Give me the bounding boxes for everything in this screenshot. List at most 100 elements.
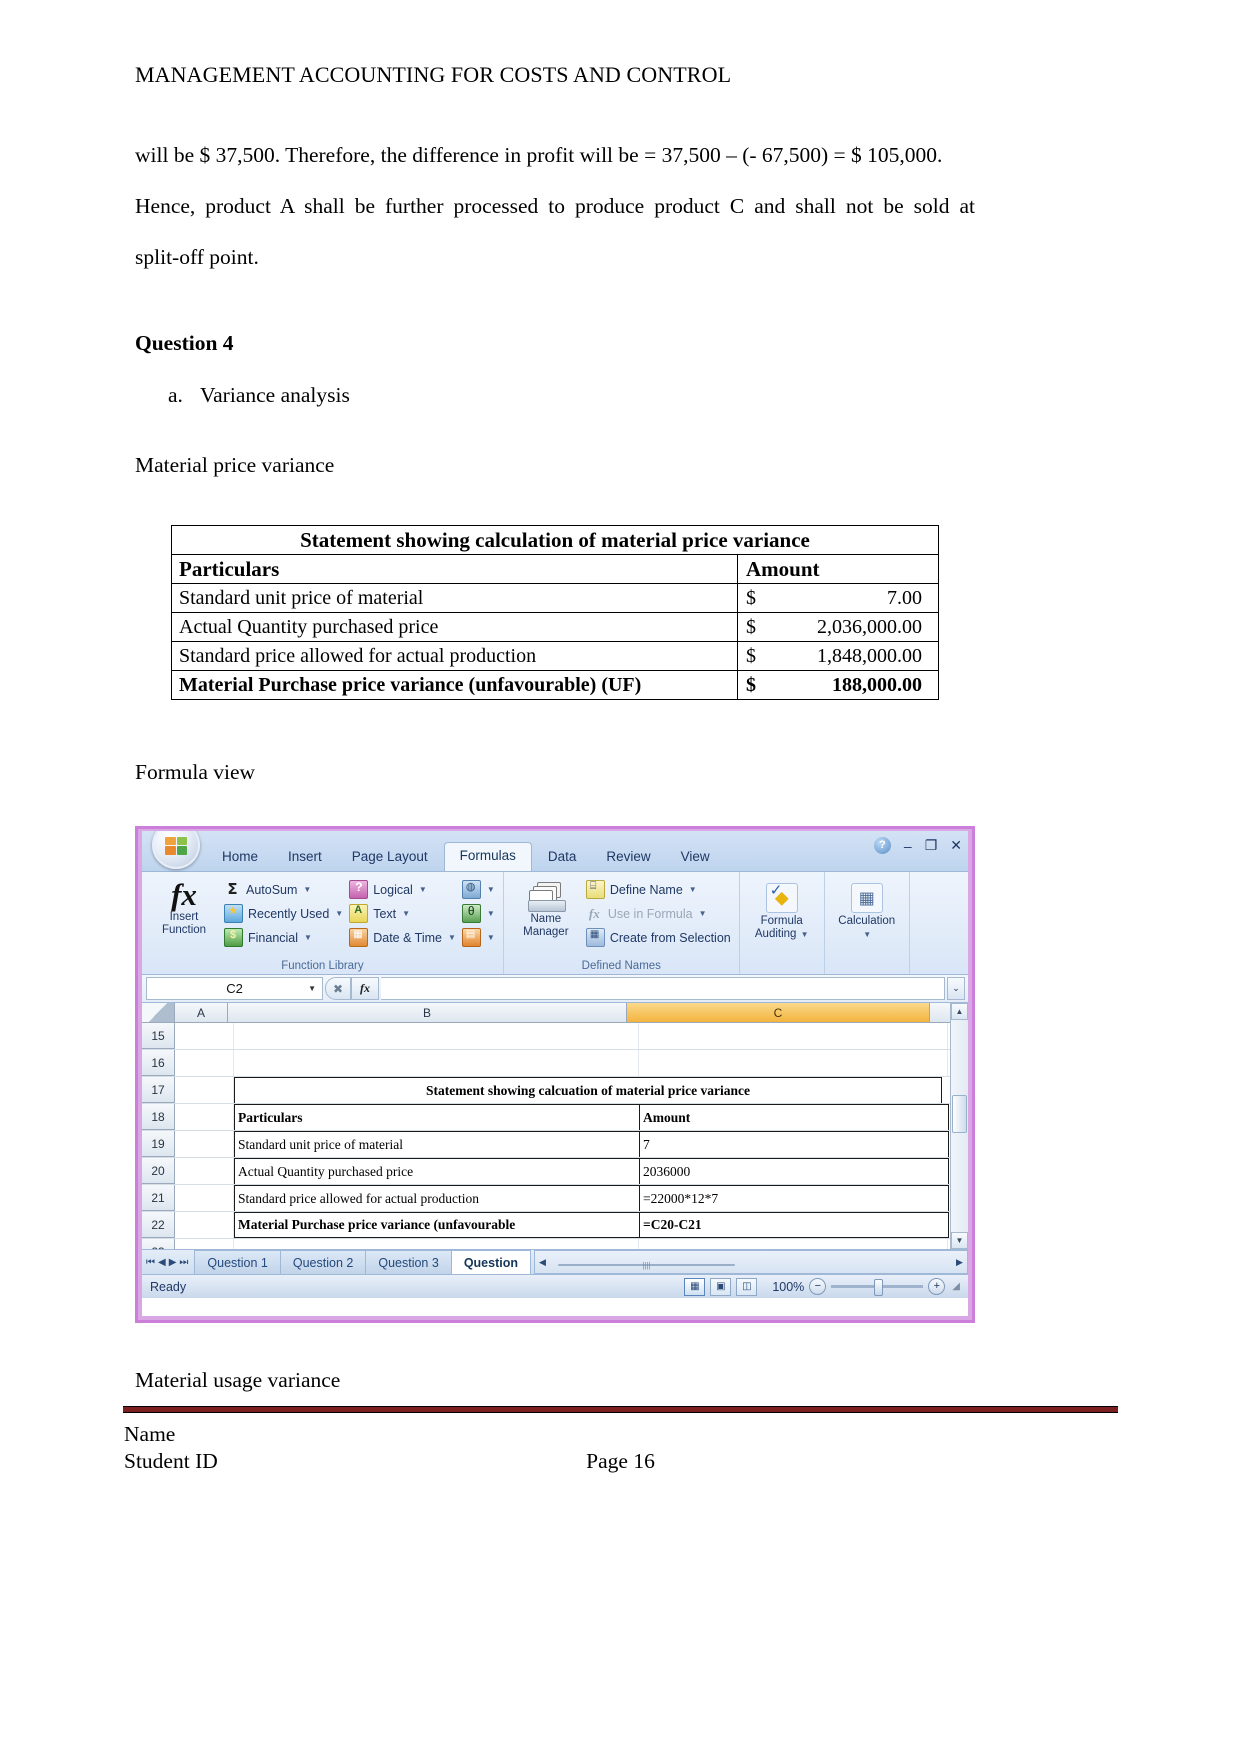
restore-icon[interactable]: ❐ [925,837,938,854]
row-header[interactable]: 18 [142,1104,175,1130]
cell-b18[interactable]: Particulars [234,1104,640,1130]
row-header[interactable]: 17 [142,1077,175,1103]
name-box[interactable]: C2 ▼ [146,977,323,1000]
cell-c16[interactable] [639,1050,948,1076]
help-icon[interactable]: ? [873,837,891,854]
normal-view-icon[interactable]: ▦ [684,1277,706,1296]
amount-value: 188,000.00 [832,673,922,696]
column-header-a[interactable]: A [175,1003,228,1022]
expand-formula-bar-button[interactable]: ⌄ [947,977,965,1000]
column-header-b[interactable]: B [228,1003,627,1022]
cell-b22[interactable]: Material Purchase price variance (unfavo… [234,1212,640,1238]
date-time-button[interactable]: Date & Time ▼ [346,927,459,948]
cancel-formula-button[interactable]: ✖ [325,977,351,1000]
tab-formulas[interactable]: Formulas [443,842,532,871]
minimize-icon[interactable]: – [904,838,912,854]
sheet-tab-question-3[interactable]: Question 3 [365,1250,452,1274]
first-sheet-icon[interactable]: ⏮ [146,1257,155,1268]
scroll-right-icon[interactable]: ▶ [952,1257,967,1268]
office-button[interactable] [152,831,200,869]
cell-a18[interactable] [175,1104,234,1130]
prev-sheet-icon[interactable]: ◀ [158,1257,166,1268]
row-amount: $2,036,000.00 [737,612,939,642]
cell-c20[interactable]: 2036000 [640,1158,949,1184]
resize-grip-icon[interactable]: ◢ [950,1281,960,1292]
zoom-in-icon[interactable]: + [928,1278,946,1295]
cell-a19[interactable] [175,1131,234,1157]
scroll-down-icon[interactable]: ▼ [951,1232,968,1249]
cell-a23[interactable] [175,1239,234,1249]
cell-a22[interactable] [175,1212,234,1238]
math-trig-button[interactable]: ▼ [459,903,498,924]
tab-page-layout[interactable]: Page Layout [338,843,442,871]
tab-data[interactable]: Data [534,843,591,871]
zoom-slider-thumb[interactable] [874,1279,884,1296]
sheet-tab-question-4[interactable]: Question [450,1250,531,1274]
cell-c21[interactable]: =22000*12*7 [640,1185,949,1211]
cell-b21[interactable]: Standard price allowed for actual produc… [234,1185,640,1211]
formula-input[interactable] [381,977,945,1000]
row-header[interactable]: 19 [142,1131,175,1157]
cell-a15[interactable] [175,1023,234,1049]
hscroll-thumb[interactable]: |||| [557,1261,735,1270]
more-functions-button[interactable]: ▼ [459,927,498,948]
cell-c22[interactable]: =C20-C21 [640,1212,949,1238]
last-sheet-icon[interactable]: ⏭ [179,1257,188,1268]
sheet-tab-question-2[interactable]: Question 2 [279,1250,367,1274]
close-icon[interactable]: ✕ [950,837,962,854]
row-header[interactable]: 22 [142,1212,175,1238]
page-break-view-icon[interactable]: ◫ [736,1277,758,1296]
row-header[interactable]: 16 [142,1050,175,1076]
row-header[interactable]: 15 [142,1023,175,1049]
name-manager-button[interactable]: Name Manager [509,875,583,939]
autosum-button[interactable]: Σ AutoSum ▼ [221,879,346,900]
sheet-tab-question-1[interactable]: Question 1 [194,1250,281,1274]
row-header[interactable]: 21 [142,1185,175,1211]
cell-a16[interactable] [175,1050,234,1076]
text-button[interactable]: Text ▼ [346,903,459,924]
zoom-slider[interactable] [831,1279,924,1296]
financial-button[interactable]: Financial ▼ [221,927,346,948]
scroll-up-icon[interactable]: ▲ [951,1003,968,1020]
cell-c15[interactable] [639,1023,948,1049]
vertical-scrollbar[interactable]: ▲ ▼ [950,1003,968,1249]
cell-a20[interactable] [175,1158,234,1184]
amount-value: 2,036,000.00 [817,615,922,638]
cell-a21[interactable] [175,1185,234,1211]
cell-b20[interactable]: Actual Quantity purchased price [234,1158,640,1184]
select-all-corner[interactable] [142,1003,175,1022]
scroll-left-icon[interactable]: ◀ [535,1257,550,1268]
use-in-formula-button[interactable]: fx Use in Formula ▼ [583,903,734,924]
insert-function-icon[interactable]: fx [351,977,379,1000]
next-sheet-icon[interactable]: ▶ [169,1257,177,1268]
cell-c18[interactable]: Amount [640,1104,949,1130]
lookup-reference-button[interactable]: ▼ [459,879,498,900]
logical-button[interactable]: Logical ▼ [346,879,459,900]
insert-function-button[interactable]: fx Insert Function [147,875,221,937]
cell-b15[interactable] [234,1023,639,1049]
recently-used-button[interactable]: Recently Used ▼ [221,903,346,924]
zoom-level[interactable]: 100% [762,1280,804,1294]
formula-auditing-button[interactable]: Formula Auditing ▼ [745,875,819,941]
calculation-button[interactable]: Calculation ▼ [830,875,904,941]
create-from-selection-button[interactable]: Create from Selection [583,927,734,948]
page-layout-view-icon[interactable]: ▣ [710,1277,732,1296]
row-header[interactable]: 23 [142,1239,175,1249]
scrollbar-thumb[interactable] [952,1095,967,1133]
cell-c19[interactable]: 7 [640,1131,949,1157]
tab-home[interactable]: Home [208,843,272,871]
cell-b23[interactable] [234,1239,639,1249]
cell-b16[interactable] [234,1050,639,1076]
zoom-out-icon[interactable]: − [809,1278,827,1295]
column-header-c[interactable]: C [627,1003,930,1022]
cell-b19[interactable]: Standard unit price of material [234,1131,640,1157]
row-header[interactable]: 20 [142,1158,175,1184]
horizontal-scrollbar[interactable]: ◀ |||| ▶ [533,1250,968,1274]
cell-c23[interactable] [639,1239,948,1249]
cell-b17-title[interactable]: Statement showing calcuation of material… [234,1077,942,1103]
tab-insert[interactable]: Insert [274,843,336,871]
cell-a17[interactable] [175,1077,234,1103]
define-name-button[interactable]: Define Name ▼ [583,879,734,900]
tab-review[interactable]: Review [592,843,664,871]
tab-view[interactable]: View [667,843,724,871]
